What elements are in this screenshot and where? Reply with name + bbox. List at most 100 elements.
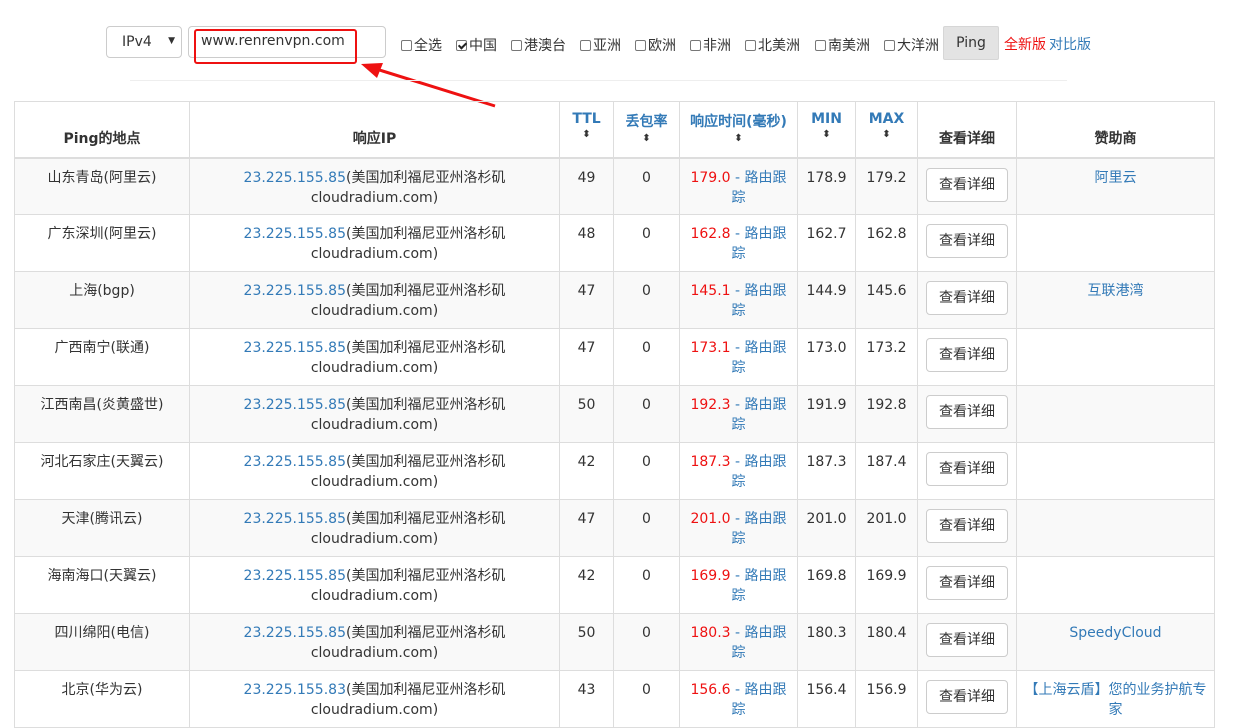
sort-icon: ⬍ xyxy=(822,129,831,140)
ip-link[interactable]: 23.225.155.85 xyxy=(244,226,346,242)
cell-location: 广东深圳(阿里云) xyxy=(14,214,190,272)
view-detail-button[interactable]: 查看详细 xyxy=(926,680,1008,714)
sponsor-link[interactable]: 阿里云 xyxy=(1095,170,1137,186)
header-location: Ping的地点 xyxy=(14,101,190,158)
ping-button[interactable]: Ping xyxy=(943,26,999,60)
cell-max: 192.8 xyxy=(855,385,918,443)
view-detail-button[interactable]: 查看详细 xyxy=(926,623,1008,657)
ip-link[interactable]: 23.225.155.85 xyxy=(244,283,346,299)
cell-loss: 0 xyxy=(613,214,680,272)
cell-time: 145.1 - 路由跟踪 xyxy=(679,271,798,329)
checkbox-icon[interactable] xyxy=(635,39,646,51)
response-time: 162.8 xyxy=(690,226,731,242)
region-label: 中国 xyxy=(469,38,497,54)
cell-sponsor: 互联港湾 xyxy=(1016,271,1215,329)
region-checkbox-1[interactable]: 中国 xyxy=(456,35,497,55)
cell-time: 173.1 - 路由跟踪 xyxy=(679,328,798,386)
toolbar: IPv4 ▼ www.renrenvpn.com 全选 中国 港澳台 亚洲 欧洲 非洲 北美… xyxy=(0,0,1235,108)
ip-link[interactable]: 23.225.155.85 xyxy=(244,340,346,356)
response-time: 192.3 xyxy=(690,397,731,413)
checkbox-icon[interactable] xyxy=(401,39,412,51)
ip-info: (美国加利福尼亚州洛杉矶 xyxy=(345,226,506,242)
cell-loss: 0 xyxy=(613,442,680,500)
region-label: 非洲 xyxy=(703,38,731,54)
checkbox-icon[interactable] xyxy=(690,39,701,51)
checkbox-icon[interactable] xyxy=(884,39,895,51)
ip-info: (美国加利福尼亚州洛杉矶 xyxy=(345,568,506,584)
view-detail-button[interactable]: 查看详细 xyxy=(926,167,1008,202)
ip-link[interactable]: 23.225.155.83 xyxy=(244,682,346,698)
ip-version-select[interactable]: IPv4 ▼ xyxy=(106,26,182,58)
cell-loss: 0 xyxy=(613,556,680,614)
header-time[interactable]: 响应时间(毫秒) ⬍ xyxy=(679,101,798,158)
ip-info: (美国加利福尼亚州洛杉矶 xyxy=(345,682,506,698)
region-checkbox-6[interactable]: 北美洲 xyxy=(745,35,800,55)
header-min[interactable]: MIN ⬍ xyxy=(797,101,856,158)
view-detail-button[interactable]: 查看详细 xyxy=(926,509,1008,543)
checkbox-icon[interactable] xyxy=(580,39,591,51)
checkbox-icon[interactable] xyxy=(815,39,826,51)
cell-location: 山东青岛(阿里云) xyxy=(14,157,190,215)
response-time: 187.3 xyxy=(690,454,731,470)
full-version-link[interactable]: 全新版 xyxy=(1004,34,1046,54)
sponsor-link[interactable]: 互联港湾 xyxy=(1088,283,1144,299)
cell-detail: 查看详细 xyxy=(917,670,1017,728)
cell-min: 162.7 xyxy=(797,214,856,272)
cell-detail: 查看详细 xyxy=(917,214,1017,272)
cell-ttl: 50 xyxy=(559,613,614,671)
region-label: 大洋洲 xyxy=(897,38,939,54)
cell-sponsor: 【上海云盾】您的业务护航专家 xyxy=(1016,670,1215,728)
divider xyxy=(130,80,1067,81)
cell-max: 187.4 xyxy=(855,442,918,500)
ip-version-value: IPv4 xyxy=(122,34,152,50)
cell-time: 187.3 - 路由跟踪 xyxy=(679,442,798,500)
checkbox-icon[interactable] xyxy=(456,39,467,51)
cell-ip: 23.225.155.85(美国加利福尼亚州洛杉矶 cloudradium.com… xyxy=(189,271,560,329)
region-label: 南美洲 xyxy=(828,38,870,54)
region-checkbox-5[interactable]: 非洲 xyxy=(690,35,731,55)
ip-link[interactable]: 23.225.155.85 xyxy=(244,454,346,470)
ip-link[interactable]: 23.225.155.85 xyxy=(244,170,346,186)
ip-host: cloudradium.com) xyxy=(310,417,439,433)
ip-link[interactable]: 23.225.155.85 xyxy=(244,568,346,584)
sponsor-link[interactable]: SpeedyCloud xyxy=(1069,625,1161,641)
cell-min: 201.0 xyxy=(797,499,856,557)
cell-min: 156.4 xyxy=(797,670,856,728)
region-checkbox-4[interactable]: 欧洲 xyxy=(635,35,676,55)
checkbox-icon[interactable] xyxy=(745,39,756,51)
cell-time: 179.0 - 路由跟踪 xyxy=(679,157,798,215)
view-detail-button[interactable]: 查看详细 xyxy=(926,566,1008,600)
region-checkbox-8[interactable]: 大洋洲 xyxy=(884,35,939,55)
region-checkbox-0[interactable]: 全选 xyxy=(401,35,442,55)
cell-ttl: 47 xyxy=(559,328,614,386)
ip-link[interactable]: 23.225.155.85 xyxy=(244,397,346,413)
region-checkbox-3[interactable]: 亚洲 xyxy=(580,35,621,55)
view-detail-button[interactable]: 查看详细 xyxy=(926,224,1008,258)
ip-link[interactable]: 23.225.155.85 xyxy=(244,511,346,527)
table-row: 海南海口(天翼云) 23.225.155.85(美国加利福尼亚州洛杉矶 cloudr… xyxy=(14,556,1215,614)
cell-max: 201.0 xyxy=(855,499,918,557)
cell-ip: 23.225.155.85(美国加利福尼亚州洛杉矶 cloudradium.com… xyxy=(189,385,560,443)
view-detail-button[interactable]: 查看详细 xyxy=(926,395,1008,429)
cell-ip: 23.225.155.85(美国加利福尼亚州洛杉矶 cloudradium.com… xyxy=(189,328,560,386)
ip-link[interactable]: 23.225.155.85 xyxy=(244,625,346,641)
compare-version-link[interactable]: 对比版 xyxy=(1049,34,1091,54)
sponsor-link[interactable]: 【上海云盾】您的业务护航专家 xyxy=(1025,682,1207,718)
ip-info: (美国加利福尼亚州洛杉矶 xyxy=(345,625,506,641)
header-loss[interactable]: 丢包率 ⬍ xyxy=(613,101,680,158)
view-detail-button[interactable]: 查看详细 xyxy=(926,281,1008,315)
cell-ip: 23.225.155.85(美国加利福尼亚州洛杉矶 cloudradium.com… xyxy=(189,214,560,272)
view-detail-button[interactable]: 查看详细 xyxy=(926,452,1008,486)
region-checkbox-7[interactable]: 南美洲 xyxy=(815,35,870,55)
checkbox-icon[interactable] xyxy=(511,39,522,51)
cell-time: 169.9 - 路由跟踪 xyxy=(679,556,798,614)
region-label: 欧洲 xyxy=(648,38,676,54)
view-detail-button[interactable]: 查看详细 xyxy=(926,338,1008,372)
ip-host: cloudradium.com) xyxy=(310,474,439,490)
header-ttl[interactable]: TTL ⬍ xyxy=(559,101,614,158)
cell-min: 187.3 xyxy=(797,442,856,500)
region-checkbox-2[interactable]: 港澳台 xyxy=(511,35,566,55)
cell-loss: 0 xyxy=(613,499,680,557)
ping-results-table: Ping的地点 响应IP TTL ⬍ 丢包率 ⬍ 响应时间(毫秒) ⬍ MIN ⬍ MA… xyxy=(14,101,1215,728)
header-max[interactable]: MAX ⬍ xyxy=(855,101,918,158)
